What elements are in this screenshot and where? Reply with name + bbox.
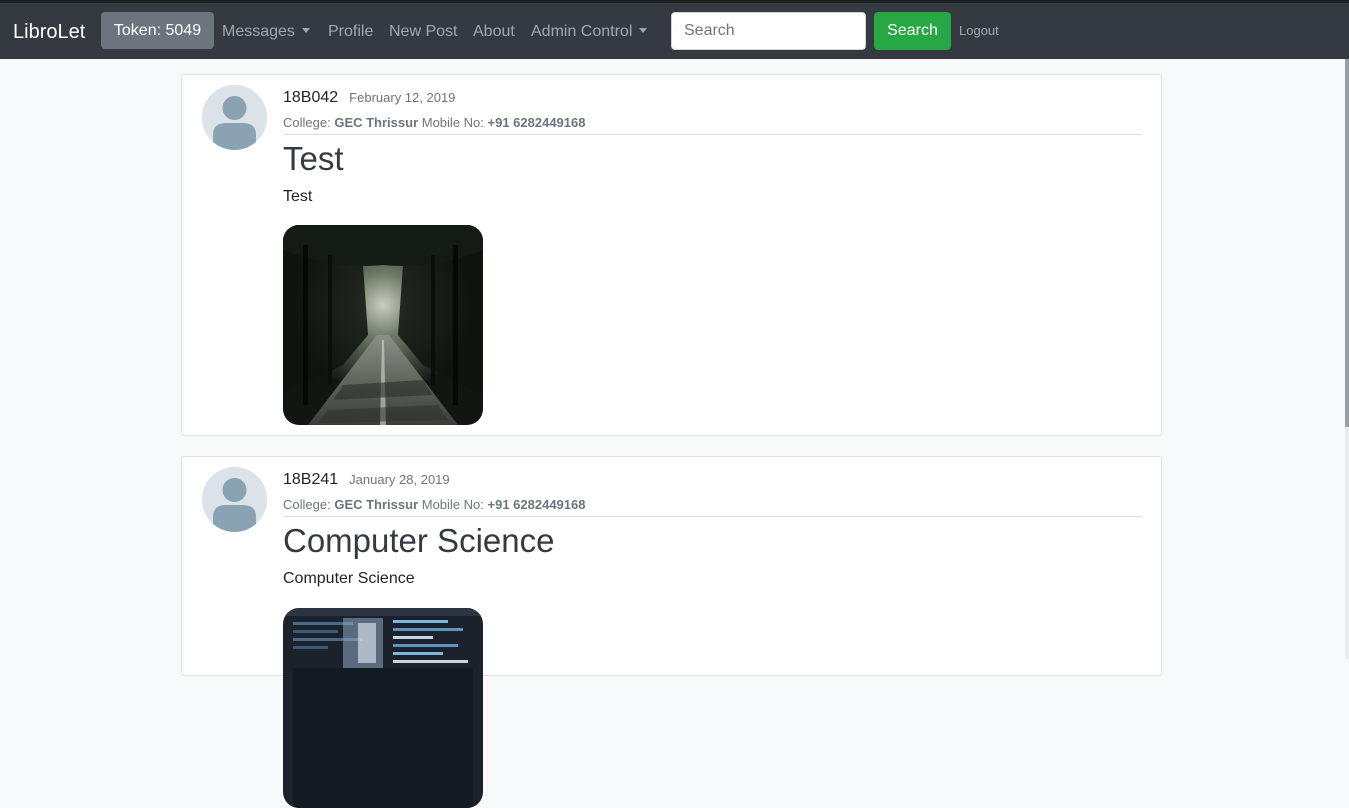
nav-admin-control-dropdown[interactable]: Admin Control [531, 21, 648, 43]
search-button[interactable]: Search [874, 12, 951, 50]
top-navbar: LibroLet Token: 5049 Messages Profile Ne… [0, 0, 1349, 59]
post-meta: College: GEC Thrissur Mobile No: +91 628… [283, 497, 1142, 517]
nav-admin-control-label: Admin Control [531, 23, 633, 40]
post-image[interactable] [283, 608, 483, 808]
post-body: 18B241 January 28, 2019 College: GEC Thr… [283, 471, 1142, 589]
nav-new-post-link[interactable]: New Post [389, 21, 457, 43]
mobile-label: Mobile No: [421, 115, 484, 130]
post-author[interactable]: 18B042 [283, 89, 338, 107]
post-text: Computer Science [283, 570, 415, 587]
nav-messages-dropdown[interactable]: Messages [222, 21, 310, 43]
token-button[interactable]: Token: 5049 [101, 12, 214, 49]
chevron-down-icon [639, 28, 648, 33]
nav-about-link[interactable]: About [473, 21, 515, 43]
post-card: 18B241 January 28, 2019 College: GEC Thr… [181, 456, 1162, 808]
post-meta: College: GEC Thrissur Mobile No: +91 628… [283, 115, 1142, 135]
user-avatar-icon [202, 85, 267, 150]
chevron-down-icon [301, 28, 310, 33]
forest-road-photo-icon [283, 225, 483, 425]
nav-messages-label: Messages [222, 23, 295, 40]
scrollbar-thumb[interactable] [1345, 59, 1349, 427]
page-scrollbar[interactable] [1345, 59, 1349, 659]
avatar[interactable] [202, 467, 267, 532]
post-body: 18B042 February 12, 2019 College: GEC Th… [283, 89, 1142, 207]
post-header: 18B042 February 12, 2019 [283, 89, 1142, 111]
logout-link[interactable]: Logout [959, 23, 999, 38]
brand-logo[interactable]: LibroLet [13, 21, 85, 43]
college-value: GEC Thrissur [334, 497, 419, 512]
post-image[interactable] [283, 225, 483, 425]
post-title: Computer Science [283, 522, 555, 559]
college-label: College: [283, 115, 331, 130]
post-date: February 12, 2019 [349, 90, 456, 105]
post-author[interactable]: 18B241 [283, 471, 338, 489]
post-text: Test [283, 188, 313, 205]
college-label: College: [283, 497, 331, 512]
nav-profile-link[interactable]: Profile [328, 21, 373, 43]
avatar[interactable] [202, 85, 267, 150]
search-input[interactable] [671, 12, 866, 50]
mobile-label: Mobile No: [421, 497, 484, 512]
post-title: Test [283, 140, 344, 177]
user-avatar-icon [202, 467, 267, 532]
post-header: 18B241 January 28, 2019 [283, 471, 1142, 493]
mobile-value: +91 6282449168 [487, 497, 586, 512]
mobile-value: +91 6282449168 [487, 115, 586, 130]
college-value: GEC Thrissur [334, 115, 419, 130]
post-card: 18B042 February 12, 2019 College: GEC Th… [181, 74, 1162, 436]
post-date: January 28, 2019 [349, 472, 450, 487]
code-screen-photo-icon [283, 608, 483, 808]
